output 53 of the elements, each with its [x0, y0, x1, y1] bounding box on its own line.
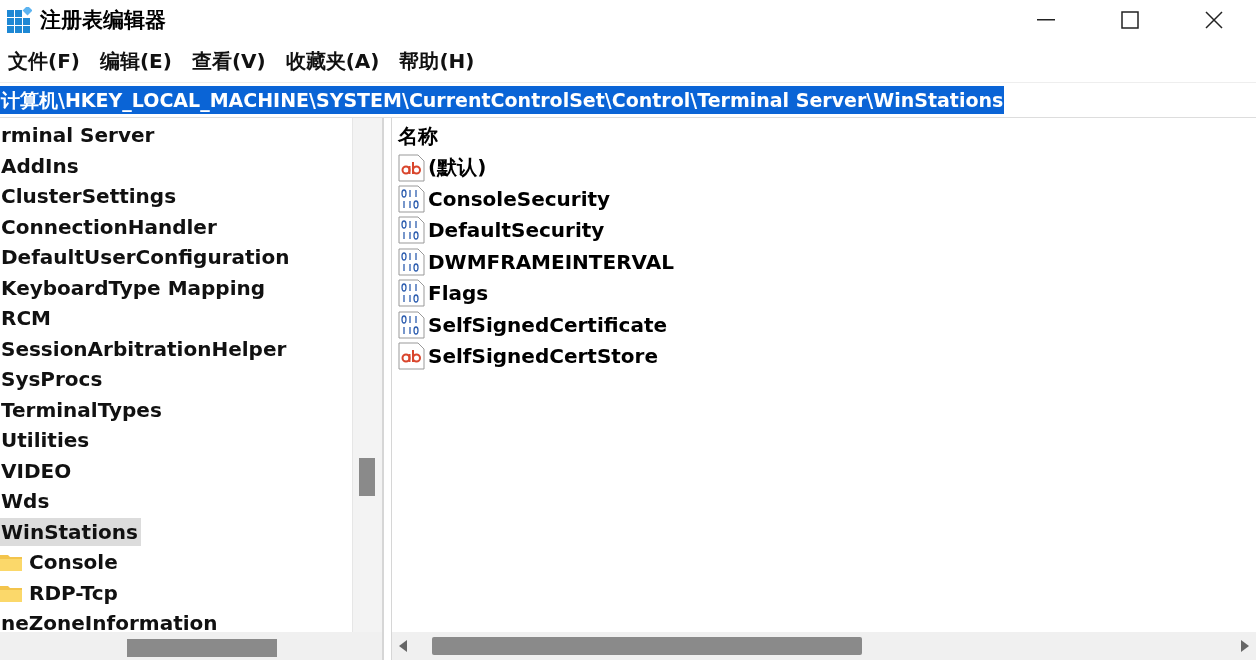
tree-item[interactable]: RDP-Tcp	[28, 578, 121, 607]
vertical-scrollbar[interactable]	[352, 118, 382, 632]
scroll-left-icon[interactable]	[398, 640, 408, 652]
tree-item[interactable]: DefaultUserConfiguration	[0, 243, 293, 272]
tree-item[interactable]: Utilities	[0, 426, 93, 455]
tree-item[interactable]: WinStations	[0, 517, 141, 546]
tree-item[interactable]: RCM	[0, 304, 54, 333]
tree-item[interactable]: TerminalTypes	[0, 395, 165, 424]
tree-item[interactable]: AddIns	[0, 151, 82, 180]
binary-value-icon	[398, 279, 426, 308]
value-name[interactable]: Flags	[428, 281, 489, 306]
string-value-icon	[398, 342, 426, 371]
menu-item[interactable]: 帮助(H)	[391, 44, 483, 78]
horizontal-scrollbar[interactable]	[0, 632, 382, 660]
value-name[interactable]: DWMFRAMEINTERVAL	[428, 249, 674, 274]
horizontal-scrollbar[interactable]	[392, 632, 1256, 660]
value-name[interactable]: SelfSignedCertificate	[428, 312, 668, 337]
tree-item[interactable]: rminal Server	[0, 121, 158, 150]
maximize-icon	[1121, 11, 1139, 29]
tree-item[interactable]: SysProcs	[0, 365, 106, 394]
string-value-icon	[398, 153, 426, 182]
minimize-icon	[1037, 19, 1055, 21]
binary-value-icon	[398, 185, 426, 214]
tree-item[interactable]: Wds	[0, 487, 53, 516]
address-field[interactable]: 计算机\HKEY_LOCAL_MACHINE\SYSTEM\CurrentControlSet\Control\Terminal Server\WinStations	[0, 86, 1005, 114]
scroll-thumb[interactable]	[127, 639, 277, 657]
close-icon	[1205, 11, 1223, 29]
binary-value-icon	[398, 247, 426, 276]
value-name[interactable]: ConsoleSecurity	[428, 187, 611, 212]
folder-icon	[0, 553, 22, 572]
menu-item[interactable]: 编辑(E)	[91, 44, 180, 78]
column-header[interactable]: 名称	[398, 120, 1250, 152]
tree-item[interactable]: ConnectionHandler	[0, 212, 220, 241]
window-title: 注册表编辑器	[40, 7, 167, 34]
value-name[interactable]: (默认)	[428, 154, 487, 182]
binary-value-icon	[398, 310, 426, 339]
menu-item[interactable]: 收藏夹(A)	[277, 44, 388, 78]
tree-item[interactable]: Console	[28, 548, 121, 577]
binary-value-icon	[398, 216, 426, 245]
value-name[interactable]: SelfSignedCertStore	[428, 344, 659, 369]
folder-icon	[0, 583, 22, 602]
menu-item[interactable]: 文件(F)	[0, 44, 88, 78]
tree-item[interactable]: neZoneInformation	[0, 609, 221, 632]
scroll-thumb[interactable]	[359, 458, 375, 496]
menu-item[interactable]: 查看(V)	[183, 44, 274, 78]
tree-item[interactable]: KeyboardType Mapping	[0, 273, 269, 302]
scroll-right-icon[interactable]	[1240, 640, 1250, 652]
scroll-thumb[interactable]	[432, 637, 862, 655]
value-name[interactable]: DefaultSecurity	[428, 218, 605, 243]
tree-item[interactable]: VIDEO	[0, 456, 75, 485]
registry-editor-icon	[6, 7, 32, 33]
tree-item[interactable]: SessionArbitrationHelper	[0, 334, 290, 363]
tree-item[interactable]: ClusterSettings	[0, 182, 180, 211]
